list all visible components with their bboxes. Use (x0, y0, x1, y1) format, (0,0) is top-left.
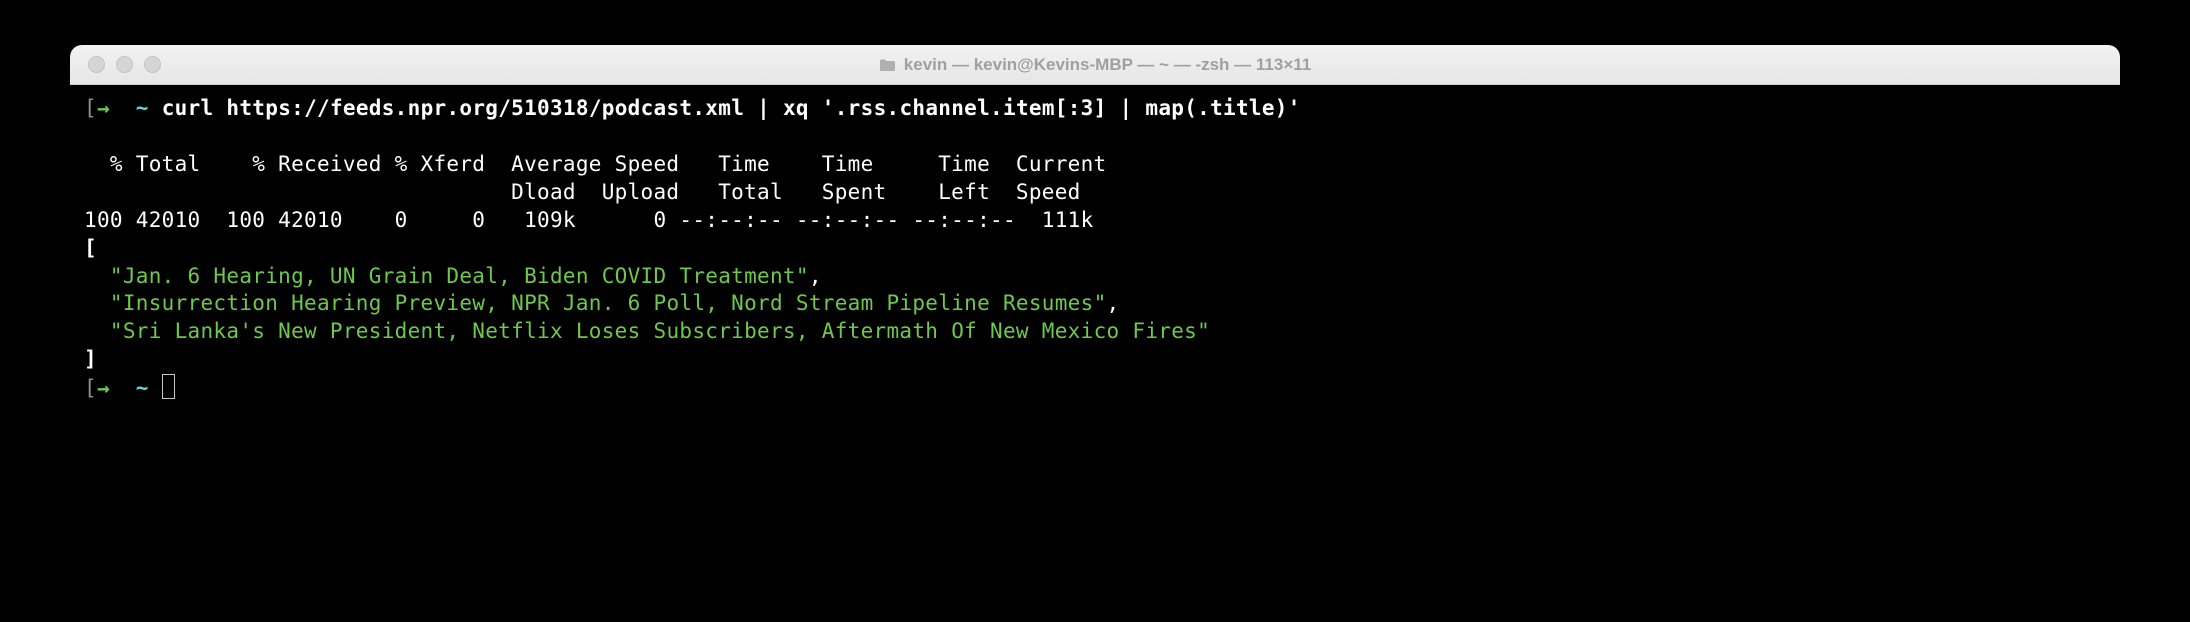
command-text: curl https://feeds.npr.org/510318/podcas… (162, 96, 1301, 120)
prompt-arrow-icon: → (97, 376, 110, 400)
prompt-arrow-icon: → (97, 96, 110, 120)
blank-line (84, 123, 2106, 151)
prompt-bracket-open: [ (84, 376, 97, 400)
command-line: [→ ~ curl https://feeds.npr.org/510318/p… (84, 95, 2106, 123)
curl-header-1: % Total % Received % Xferd Average Speed… (84, 151, 2106, 179)
folder-icon (879, 58, 896, 72)
minimize-button[interactable] (116, 56, 133, 73)
json-item-3: "Sri Lanka's New President, Netflix Lose… (84, 318, 2106, 346)
titlebar: kevin — kevin@Kevins-MBP — ~ — -zsh — 11… (70, 45, 2120, 85)
json-item-1: "Jan. 6 Hearing, UN Grain Deal, Biden CO… (84, 263, 2106, 291)
terminal-window: kevin — kevin@Kevins-MBP — ~ — -zsh — 11… (70, 45, 2120, 433)
curl-header-2: Dload Upload Total Spent Left Speed (84, 179, 2106, 207)
traffic-lights (88, 56, 161, 73)
prompt-bracket-open: [ (84, 96, 97, 120)
terminal-body[interactable]: [→ ~ curl https://feeds.npr.org/510318/p… (70, 85, 2120, 433)
window-title-area: kevin — kevin@Kevins-MBP — ~ — -zsh — 11… (88, 55, 2102, 75)
cursor (162, 374, 175, 399)
maximize-button[interactable] (144, 56, 161, 73)
json-close-bracket: ] (84, 346, 2106, 374)
close-button[interactable] (88, 56, 105, 73)
prompt-line: [→ ~ (84, 374, 2106, 403)
curl-progress-row: 100 42010 100 42010 0 0 109k 0 --:--:-- … (84, 207, 2106, 235)
json-item-2: "Insurrection Hearing Preview, NPR Jan. … (84, 290, 2106, 318)
prompt-cwd: ~ (136, 376, 149, 400)
json-open-bracket: [ (84, 235, 2106, 263)
window-title: kevin — kevin@Kevins-MBP — ~ — -zsh — 11… (904, 55, 1311, 75)
prompt-cwd: ~ (136, 96, 149, 120)
